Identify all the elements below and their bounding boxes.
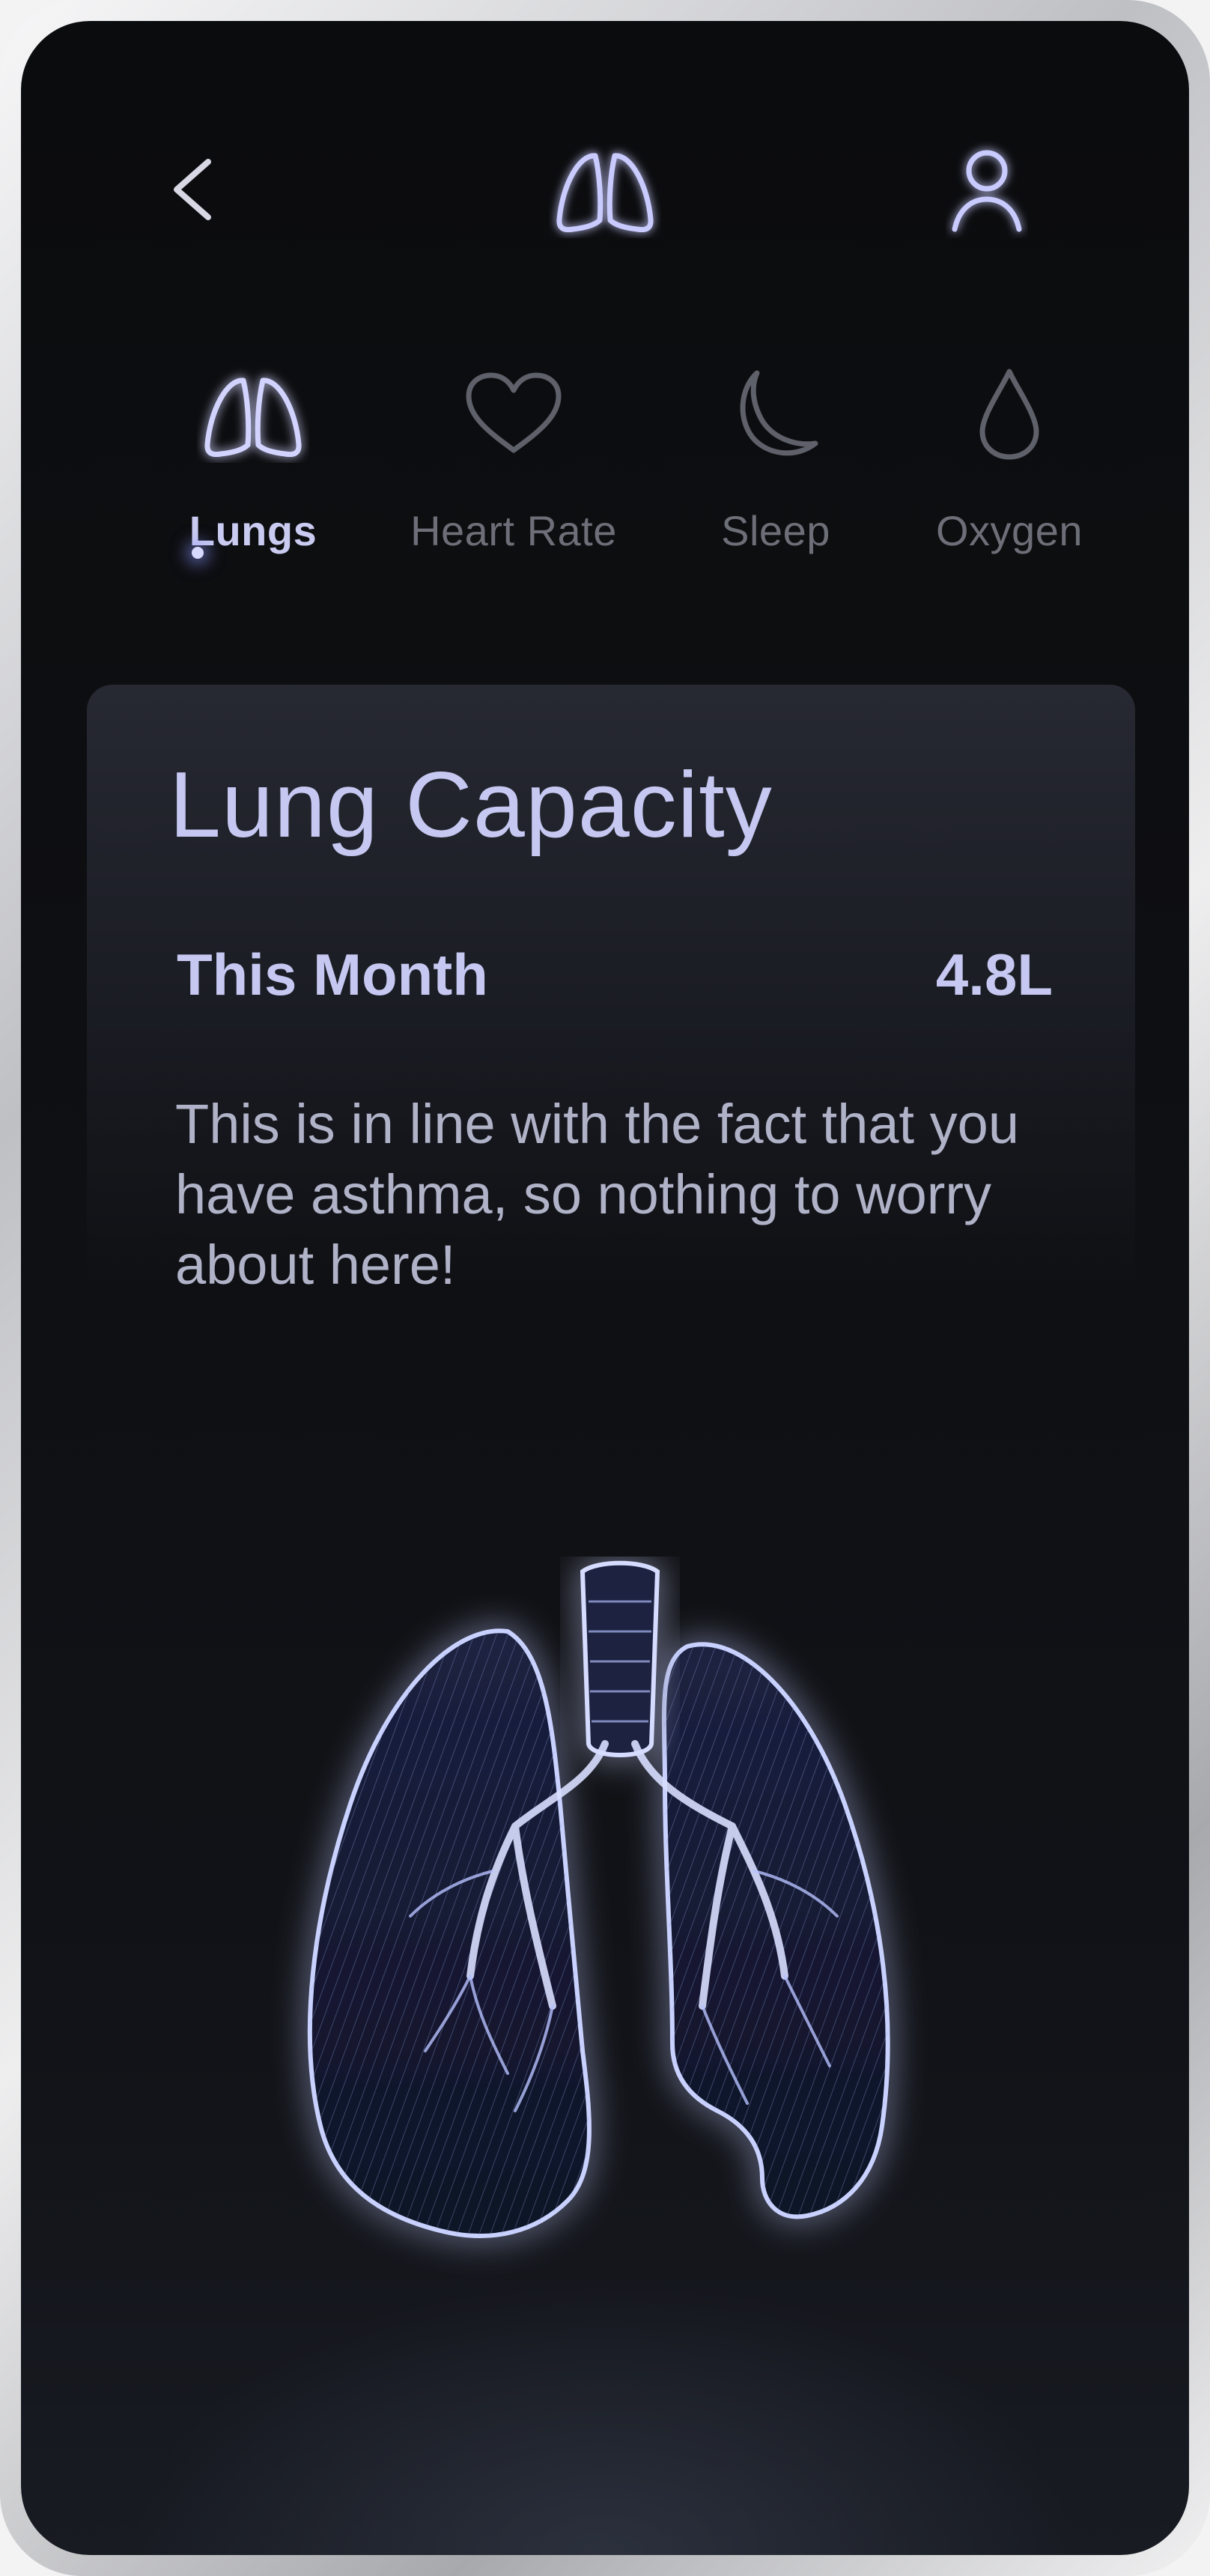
lungs-icon	[204, 378, 302, 458]
app-logo	[545, 133, 665, 246]
tab-lungs[interactable]: Lungs	[133, 351, 373, 590]
lungs-xray-illustration	[268, 1557, 987, 2306]
chevron-left-icon	[174, 159, 211, 220]
card-description: This is in line with the fact that you h…	[175, 1093, 1019, 1296]
lung-capacity-card: Lung Capacity This Month 4.8L This is in…	[87, 685, 1135, 1299]
capacity-value: 4.8L	[935, 942, 1053, 1007]
tab-icon-wrap	[720, 358, 832, 470]
active-tab-indicator	[192, 547, 204, 559]
tab-label-heart-rate: Heart Rate	[410, 507, 617, 554]
top-bar	[21, 133, 1189, 246]
moon-icon	[740, 370, 818, 456]
user-icon	[952, 150, 1022, 232]
tab-sleep[interactable]: Sleep	[656, 351, 896, 590]
monthly-row: This Month 4.8L	[177, 941, 1053, 1016]
tab-icon-wrap	[953, 358, 1065, 470]
app-screen: Lungs Heart Rate Sleep Oxygen Lung Capac…	[21, 21, 1189, 2555]
period-label: This Month	[177, 942, 488, 1007]
category-tabs: Lungs Heart Rate Sleep Oxygen	[21, 351, 1189, 590]
card-title: Lung Capacity	[169, 754, 773, 857]
tab-label-sleep: Sleep	[721, 507, 830, 554]
lungs-illustration-svg	[307, 1560, 890, 2238]
tab-icon-wrap	[457, 358, 570, 470]
tab-oxygen[interactable]: Oxygen	[890, 351, 1129, 590]
heart-icon	[466, 372, 562, 453]
drop-icon	[979, 369, 1039, 460]
tab-icon-wrap	[197, 358, 309, 470]
phone-frame: Lungs Heart Rate Sleep Oxygen Lung Capac…	[0, 0, 1210, 2576]
tab-heart-rate[interactable]: Heart Rate	[394, 351, 633, 590]
lungs-icon	[556, 153, 654, 233]
profile-button[interactable]	[931, 133, 1043, 246]
tab-label-lungs: Lungs	[189, 507, 317, 554]
tab-label-oxygen: Oxygen	[936, 507, 1083, 554]
back-button[interactable]	[141, 133, 246, 246]
trachea	[580, 1560, 660, 1757]
